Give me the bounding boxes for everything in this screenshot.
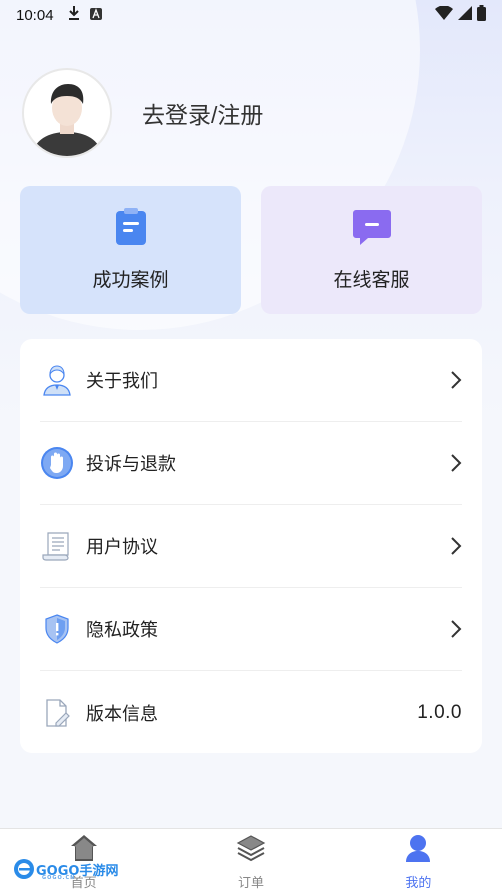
- avatar[interactable]: [22, 68, 112, 158]
- success-cases-card[interactable]: 成功案例: [20, 186, 241, 314]
- wifi-icon: [435, 5, 453, 24]
- menu-label-complaint-refund: 投诉与退款: [86, 454, 176, 474]
- version-value: 1.0.0: [417, 701, 462, 723]
- document-icon: [40, 529, 74, 563]
- chevron-right-icon: [450, 620, 462, 638]
- quick-actions: 成功案例 在线客服: [20, 186, 482, 314]
- chevron-right-icon: [450, 537, 462, 555]
- online-service-label: 在线客服: [333, 270, 410, 291]
- tab-mine[interactable]: 我的: [335, 829, 502, 894]
- login-register-link[interactable]: 去登录/注册: [142, 96, 263, 130]
- chevron-right-icon: [450, 454, 462, 472]
- tab-label-mine: 我的: [405, 874, 432, 890]
- tab-orders[interactable]: 订单: [167, 829, 334, 894]
- clipboard-icon: [115, 208, 147, 251]
- file-edit-icon: [40, 696, 74, 730]
- profile-section[interactable]: 去登录/注册: [22, 68, 263, 158]
- battery-icon: [477, 5, 486, 25]
- tab-label-orders: 订单: [237, 874, 264, 890]
- menu-item-privacy-policy[interactable]: 隐私政策: [40, 588, 462, 671]
- notification-a-icon: [89, 7, 102, 24]
- menu-list: 关于我们 投诉与退款 用户协议 隐私政策 版本信息 1.0.0: [20, 339, 482, 753]
- hand-icon: [40, 446, 74, 480]
- success-cases-label: 成功案例: [92, 270, 169, 291]
- watermark-subtext: GOGO.CN: [42, 875, 76, 881]
- user-icon: [404, 833, 432, 868]
- menu-label-user-agreement: 用户协议: [86, 537, 158, 557]
- person-icon: [40, 363, 74, 397]
- menu-label-about-us: 关于我们: [86, 371, 158, 391]
- status-time: 10:04: [16, 6, 54, 24]
- menu-label-privacy-policy: 隐私政策: [86, 620, 158, 640]
- watermark-logo: GOGO手游网 GOGO.CN: [12, 858, 118, 881]
- shield-icon: [40, 612, 74, 646]
- status-bar: 10:04: [0, 0, 502, 30]
- signal-icon: [458, 6, 472, 24]
- menu-item-about-us[interactable]: 关于我们: [40, 339, 462, 422]
- menu-item-user-agreement[interactable]: 用户协议: [40, 505, 462, 588]
- chevron-right-icon: [450, 371, 462, 389]
- layers-icon: [236, 833, 266, 868]
- online-service-card[interactable]: 在线客服: [261, 186, 482, 314]
- download-icon: [68, 6, 80, 24]
- menu-item-version-info[interactable]: 版本信息 1.0.0: [40, 671, 462, 754]
- menu-item-complaint-refund[interactable]: 投诉与退款: [40, 422, 462, 505]
- watermark-e-icon: [14, 859, 34, 879]
- chat-icon: [352, 208, 392, 251]
- menu-label-version-info: 版本信息: [86, 703, 158, 724]
